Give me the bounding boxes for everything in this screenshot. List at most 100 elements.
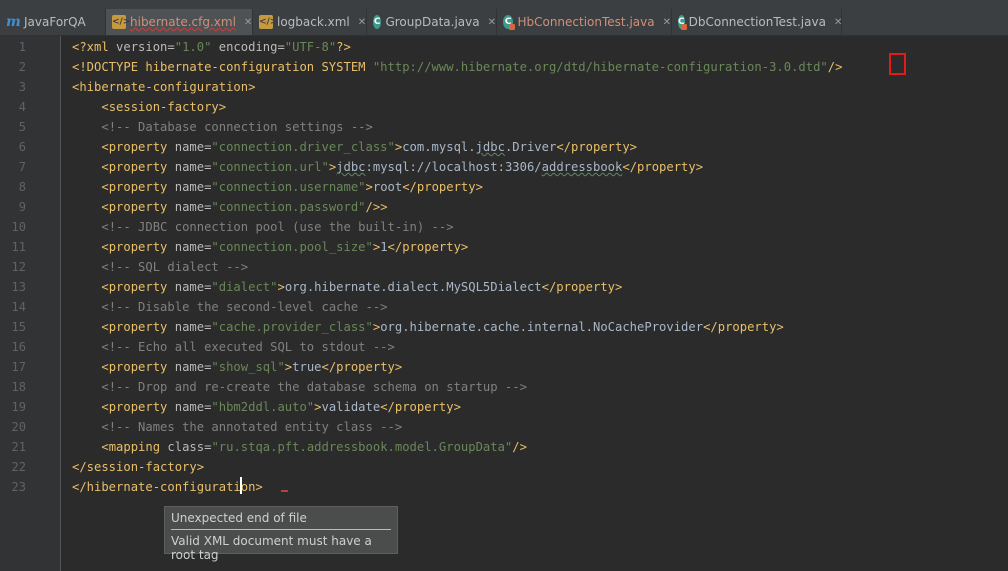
code-token: "show_sql" [211,360,285,374]
code-token: <?xml [72,40,117,54]
code-token: "cache.provider_class" [211,320,373,334]
code-token: org.hibernate.cache.internal.NoCacheProv… [380,320,704,334]
tab-dbconnectiontest-java[interactable]: C DbConnectionTest.java ✕ [672,9,842,35]
code-token: addressbook [541,160,623,174]
code-token: </property> [387,240,469,254]
code-comment: <!-- Names the annotated entity class --… [101,420,403,434]
module-icon: m [6,14,21,30]
line-number: 22 [11,460,26,474]
code-comment: <!-- Disable the second-level cache --> [101,300,388,314]
xml-file-icon: </> [112,15,131,29]
line-number-gutter[interactable]: 1 2 3 4 5 6 7 8 9 10 11 12 13 14 15 16 1… [0,36,61,571]
java-class-icon: C [373,15,382,29]
code-line-21: <mapping class="ru.stqa.pft.addressbook.… [72,437,527,457]
code-token: </property> [321,360,403,374]
code-token: </property> [622,160,704,174]
tab-hbconnectiontest-java[interactable]: C HbConnectionTest.java ✕ [497,9,672,35]
tab-logback-xml[interactable]: </> logback.xml ✕ [253,9,367,35]
code-token: </session-factory> [72,460,205,474]
code-token: name= [174,140,212,154]
code-token: org.hibernate.dialect.MySQL5Dialect [284,280,542,294]
line-number: 9 [18,200,26,214]
close-icon[interactable]: ✕ [834,17,842,28]
tab-hibernate-cfg-xml[interactable]: </> hibernate.cfg.xml ✕ [106,9,253,35]
line-number: 1 [18,40,26,54]
tab-groupdata-java[interactable]: C GroupData.java ✕ [367,9,497,35]
tooltip-title: Unexpected end of file [171,511,307,525]
code-line-15: <property name="cache.provider_class">or… [72,317,784,337]
line-number: 16 [11,340,26,354]
code-line-11: <property name="connection.pool_size">1<… [72,237,468,257]
java-test-class-icon: C [503,15,517,30]
code-token: "dialect" [211,280,278,294]
close-icon[interactable]: ✕ [488,17,496,28]
code-line-22: </session-factory> [72,457,204,477]
code-comment: <!-- JDBC connection pool (use the built… [101,220,454,234]
code-line-12: <!-- SQL dialect --> [72,257,248,277]
tab-label: HbConnectionTest.java [517,15,655,29]
code-token: <property [101,320,175,334]
code-token: version= [116,40,175,54]
code-token: "1.0" [174,40,212,54]
line-number: 8 [18,180,26,194]
line-number: 21 [11,440,26,454]
code-token: > [314,400,322,414]
error-highlight-box [889,53,906,75]
code-token: </property> [541,280,623,294]
code-token: > [365,180,373,194]
code-token: > [277,280,285,294]
code-line-19: <property name="hbm2ddl.auto">validate</… [72,397,461,417]
code-token: </property> [402,180,483,194]
line-number: 18 [11,380,26,394]
line-number: 23 [11,480,26,494]
code-line-23: </hibernate-configuration> [72,477,263,497]
line-number: 7 [18,160,26,174]
code-token: </property> [380,400,461,414]
line-number: 12 [11,260,26,274]
code-token: <hibernate-configuration> [72,80,256,94]
code-token: :mysql://localhost:3306/ [365,160,542,174]
code-token: "ru.stqa.pft.addressbook.model.GroupData… [211,440,513,454]
line-number: 3 [18,80,26,94]
code-token: ?> [336,40,351,54]
close-icon[interactable]: ✕ [358,17,366,28]
code-line-1: <?xml version="1.0" encoding="UTF-8"?> [72,37,351,57]
code-line-4: <session-factory> [72,97,226,117]
code-token: <property [101,360,175,374]
code-editor[interactable]: <?xml version="1.0" encoding="UTF-8"?> <… [62,36,1008,571]
code-line-13: <property name="dialect">org.hibernate.d… [72,277,622,297]
code-line-16: <!-- Echo all executed SQL to stdout --> [72,337,395,357]
code-token: "connection.pool_size" [211,240,373,254]
code-token: </property> [703,320,784,334]
xml-file-icon: </> [259,15,278,29]
code-token: true [292,360,322,374]
code-token: class= [167,440,212,454]
code-token: name= [174,200,212,214]
code-token: <property [101,160,175,174]
code-line-6: <property name="connection.driver_class"… [72,137,637,157]
code-token: <property [101,400,175,414]
code-line-14: <!-- Disable the second-level cache --> [72,297,388,317]
code-comment: <!-- Drop and re-create the database sch… [101,380,527,394]
code-line-8: <property name="connection.username">roo… [72,177,483,197]
line-number: 11 [11,240,26,254]
code-token: <property [101,140,175,154]
tab-label: GroupData.java [385,15,480,29]
code-token: <property [101,200,175,214]
code-token: "connection.password" [211,200,366,214]
close-icon[interactable]: ✕ [244,17,252,28]
line-number: 15 [11,320,26,334]
tab-javaforqa[interactable]: m JavaForQA [0,9,106,35]
code-token: 1 [380,240,388,254]
error-marker [281,490,288,492]
code-token: "connection.url" [211,160,329,174]
code-token: name= [174,180,212,194]
code-token: root [372,180,403,194]
code-line-3: <hibernate-configuration> [72,77,255,97]
code-line-9: <property name="connection.password"/>> [72,197,387,217]
code-token: </hibernate-configuration> [72,480,263,494]
close-icon[interactable]: ✕ [663,17,671,28]
code-token: <session-factory> [101,100,227,114]
java-test-class-icon: C [678,15,687,30]
code-line-5: <!-- Database connection settings --> [72,117,373,137]
